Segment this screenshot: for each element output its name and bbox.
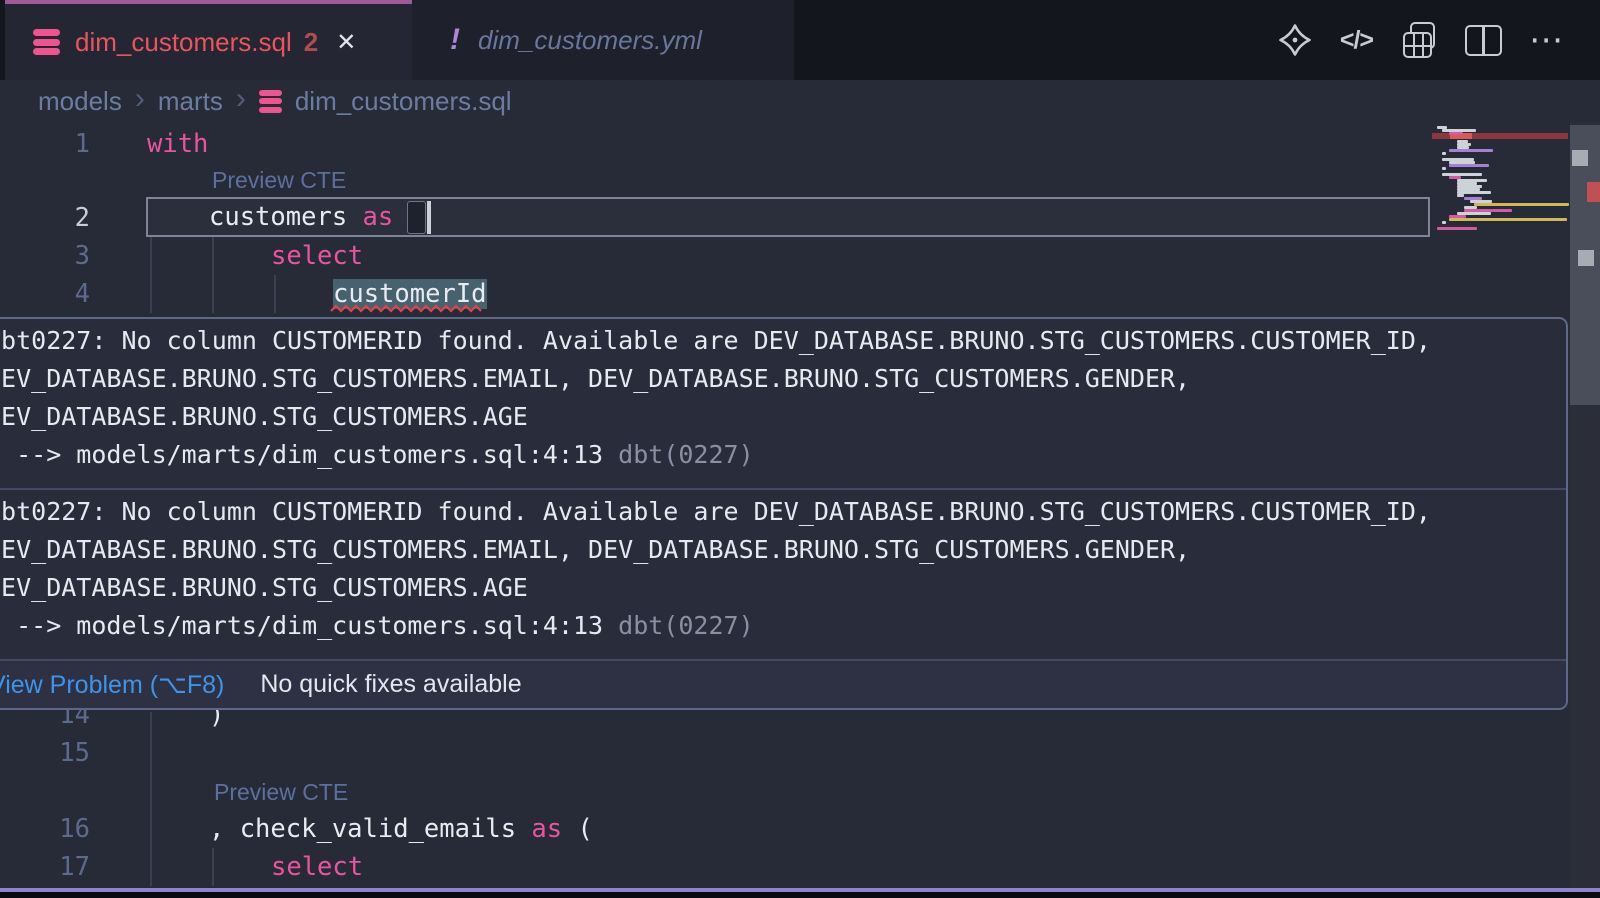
diagnostic-code: dbt(0227)	[618, 440, 753, 469]
open-paren: (	[562, 814, 593, 844]
editor-actions-toolbar: </> ⋯	[1277, 0, 1564, 80]
split-editor-icon[interactable]	[1465, 25, 1502, 56]
query-results-icon[interactable]	[1400, 22, 1438, 58]
line-number: 15	[0, 734, 90, 772]
text-cursor	[427, 201, 431, 234]
database-icon	[259, 90, 282, 113]
ruler-marker-gray	[1572, 150, 1588, 166]
hover-status-bar: View Problem (⌥F8) No quick fixes availa…	[0, 659, 1566, 708]
ruler-marker-gray	[1578, 250, 1594, 266]
tab-dim-customers-yml[interactable]: ! dim_customers.yml	[412, 0, 794, 80]
chevron-right-icon: ›	[236, 89, 246, 113]
close-icon[interactable]: ✕	[336, 28, 356, 57]
keyword-select: select	[271, 241, 363, 271]
keyword-as: as	[363, 202, 394, 232]
line-number: 3	[0, 237, 90, 275]
keyword-as: as	[531, 814, 562, 844]
code-line-2[interactable]: customers as (	[209, 198, 424, 236]
line-number: 17	[0, 848, 90, 886]
error-squiggle	[330, 303, 490, 313]
code-line-3[interactable]: select	[271, 237, 363, 275]
code-line-16[interactable]: , check_valid_emails as (	[209, 810, 593, 848]
breadcrumb: models › marts › dim_customers.sql	[0, 80, 1600, 122]
no-quick-fixes-text: No quick fixes available	[260, 670, 521, 699]
code-line-17[interactable]: select	[271, 848, 363, 886]
minimap-error-token	[1450, 133, 1472, 139]
minimap-error-line	[1432, 133, 1568, 139]
diagnostic-source-line: --> models/marts/dim_customers.sql:4:13 …	[0, 436, 1566, 474]
keyword-with: with	[147, 129, 208, 159]
cte-name: , check_valid_emails	[209, 814, 531, 844]
chevron-right-icon: ›	[135, 89, 145, 113]
diagnostic-block-1: dbt0227: No column CUSTOMERID found. Ava…	[0, 319, 1566, 488]
diagnostic-line: DEV_DATABASE.BRUNO.STG_CUSTOMERS.EMAIL, …	[0, 531, 1566, 569]
error-hover-popup: dbt0227: No column CUSTOMERID found. Ava…	[0, 317, 1568, 710]
tab-dim-customers-sql[interactable]: dim_customers.sql 2 ✕	[5, 0, 412, 80]
line-number-active: 2	[0, 199, 90, 237]
ruler-marker-error	[1587, 182, 1600, 202]
indent-guide	[212, 237, 214, 313]
indent-guide	[150, 712, 152, 886]
tab-title: dim_customers.yml	[478, 25, 702, 56]
line-number: 1	[0, 125, 90, 163]
diagnostic-block-2: dbt0227: No column CUSTOMERID found. Ava…	[0, 490, 1566, 659]
diagnostic-source-line: --> models/marts/dim_customers.sql:4:13 …	[0, 607, 1566, 645]
codelens-preview-cte[interactable]: Preview CTE	[212, 163, 346, 197]
code-icon[interactable]: </>	[1340, 26, 1373, 55]
line-number: 4	[0, 275, 90, 313]
diagnostic-line: dbt0227: No column CUSTOMERID found. Ava…	[0, 493, 1566, 531]
indent-guide	[150, 237, 152, 313]
vscode-editor-window: dim_customers.sql 2 ✕ ! dim_customers.ym…	[0, 0, 1600, 898]
cte-name: customers	[209, 202, 363, 232]
window-bottom-edge	[0, 892, 1600, 898]
codelens-preview-cte[interactable]: Preview CTE	[214, 775, 348, 809]
bracket-match-box	[407, 201, 426, 234]
indent-guide	[212, 848, 214, 886]
database-icon	[33, 29, 60, 55]
line-number: 16	[0, 810, 90, 848]
diagnostic-line: dbt0227: No column CUSTOMERID found. Ava…	[0, 322, 1566, 360]
diagnostic-line: DEV_DATABASE.BRUNO.STG_CUSTOMERS.AGE	[0, 569, 1566, 607]
breadcrumb-marts[interactable]: marts	[158, 86, 223, 117]
diagnostic-line: DEV_DATABASE.BRUNO.STG_CUSTOMERS.AGE	[0, 398, 1566, 436]
breadcrumb-models[interactable]: models	[38, 86, 122, 117]
breadcrumb-file[interactable]: dim_customers.sql	[295, 86, 512, 117]
view-problem-link[interactable]: View Problem (⌥F8)	[0, 670, 224, 700]
error-count-badge: 2	[304, 27, 318, 58]
more-actions-icon[interactable]: ⋯	[1529, 20, 1564, 60]
warning-icon: !	[450, 23, 460, 57]
dbt-icon[interactable]	[1277, 22, 1313, 58]
diagnostic-line: DEV_DATABASE.BRUNO.STG_CUSTOMERS.EMAIL, …	[0, 360, 1566, 398]
diagnostic-code: dbt(0227)	[618, 611, 753, 640]
indent-guide	[274, 275, 276, 313]
tab-title: dim_customers.sql	[75, 27, 292, 58]
keyword-select: select	[271, 852, 363, 882]
code-line-1[interactable]: with	[147, 125, 208, 163]
editor-tab-bar: dim_customers.sql 2 ✕ ! dim_customers.ym…	[0, 0, 1600, 80]
